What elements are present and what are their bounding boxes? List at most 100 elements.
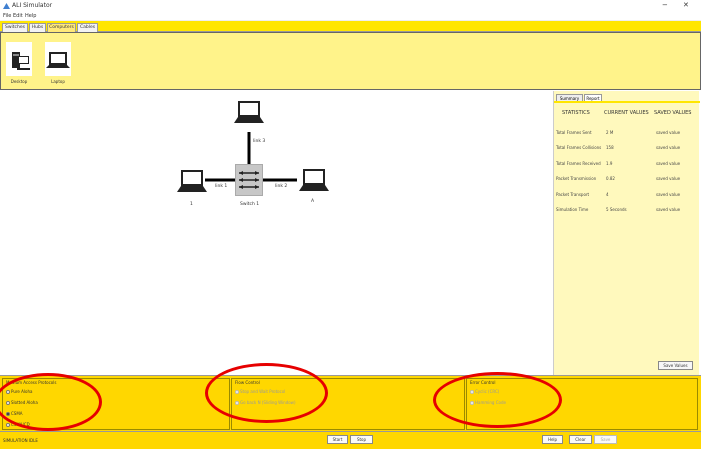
radio-stop-and-wait[interactable]: Stop and Wait Protocol bbox=[235, 389, 285, 394]
option-label: Cyclic (CRC) bbox=[475, 389, 500, 394]
stat-name: Total Frames Collisions bbox=[556, 145, 602, 150]
stat-current: 0.82 bbox=[606, 176, 615, 181]
header-statistics: STATISTICS bbox=[562, 110, 590, 116]
start-button[interactable]: Start bbox=[327, 435, 348, 444]
radio-icon bbox=[6, 412, 10, 416]
stat-name: Simulation Time bbox=[556, 207, 589, 212]
option-label: CSMA/CD bbox=[11, 422, 30, 427]
menu-bar: File Edit Help bbox=[0, 12, 701, 21]
radio-icon bbox=[6, 423, 10, 427]
header-saved-values: SAVED VALUES bbox=[654, 110, 692, 116]
link-2-label: link 2 bbox=[275, 184, 288, 189]
stat-name: Total Frames Sent bbox=[556, 130, 592, 135]
status-bar: SIMULATION IDLE Start Stop Help Clear Sa… bbox=[0, 431, 701, 449]
tab-cables[interactable]: Cables bbox=[77, 23, 98, 32]
stat-saved: saved value bbox=[656, 130, 681, 135]
option-label: Slotted Aloha bbox=[11, 400, 38, 405]
option-label: CSMA bbox=[11, 411, 23, 416]
option-label: Stop and Wait Protocol bbox=[240, 389, 286, 394]
radio-hamming[interactable]: Hamming Code bbox=[470, 400, 506, 405]
app-icon bbox=[3, 3, 10, 9]
stat-row: Total Frames Collisions 158 saved value bbox=[554, 145, 700, 155]
laptop-top-icon[interactable] bbox=[234, 101, 264, 123]
save-button[interactable]: Save bbox=[594, 435, 617, 444]
stat-saved: saved value bbox=[656, 207, 681, 212]
option-label: Go back N (Sliding Window) bbox=[240, 400, 296, 405]
radio-icon bbox=[235, 401, 239, 405]
radio-icon bbox=[6, 401, 10, 405]
stat-current: 1.9 bbox=[606, 161, 613, 166]
radio-csma-cd[interactable]: CSMA/CD bbox=[6, 422, 30, 427]
laptop-right-icon[interactable] bbox=[299, 169, 329, 191]
stat-row: Packet Transport 4 saved value bbox=[554, 192, 700, 202]
radio-icon bbox=[470, 401, 474, 405]
option-label: Pure Aloha bbox=[11, 389, 33, 394]
stat-row: Total Frames Received 1.9 saved value bbox=[554, 161, 700, 171]
status-text: SIMULATION IDLE bbox=[3, 438, 38, 443]
options-panel: Medium Access Protocols Pure Aloha Slott… bbox=[0, 363, 701, 431]
app-window: ALI Simulator − ✕ File Edit Help Switche… bbox=[0, 0, 701, 449]
device-palette: Desktop Laptop bbox=[0, 32, 701, 90]
topology-diagram bbox=[177, 101, 329, 196]
tab-computers[interactable]: Computers bbox=[47, 23, 76, 32]
close-button[interactable]: ✕ bbox=[683, 1, 689, 9]
stat-saved: saved value bbox=[656, 192, 681, 197]
palette-desktop[interactable] bbox=[6, 42, 32, 76]
palette-laptop-label: Laptop bbox=[51, 79, 65, 84]
host-right-label: A bbox=[311, 199, 315, 204]
radio-csma[interactable]: CSMA bbox=[6, 411, 23, 416]
option-label: Hamming Code bbox=[475, 400, 506, 405]
stat-row: Packet Transmission 0.82 saved value bbox=[554, 176, 700, 186]
medium-access-group: Medium Access Protocols Pure Aloha Slott… bbox=[2, 378, 230, 430]
title-bar: ALI Simulator − ✕ bbox=[0, 0, 701, 12]
group-title: Error Control bbox=[470, 380, 496, 385]
radio-icon bbox=[470, 390, 474, 394]
stat-name: Packet Transport bbox=[556, 192, 590, 197]
network-canvas[interactable]: link 3 link 1 link 2 Switch 1 1 A bbox=[0, 91, 553, 375]
switch-icon[interactable] bbox=[235, 164, 263, 196]
stat-saved: saved value bbox=[656, 145, 681, 150]
stat-current: 5 Seconds bbox=[606, 207, 627, 212]
minimize-button[interactable]: − bbox=[662, 1, 668, 9]
stat-current: 158 bbox=[606, 145, 614, 150]
stat-name: Packet Transmission bbox=[556, 176, 597, 181]
radio-go-back-n[interactable]: Go back N (Sliding Window) bbox=[235, 400, 296, 405]
menu-help[interactable]: Help bbox=[25, 13, 36, 19]
radio-pure-aloha[interactable]: Pure Aloha bbox=[6, 389, 32, 394]
menu-file[interactable]: File bbox=[3, 13, 11, 19]
stat-row: Total Frames Sent 2 M saved value bbox=[554, 130, 700, 140]
header-current-values: CURRENT VALUES bbox=[604, 110, 649, 116]
laptop-icon bbox=[46, 52, 70, 68]
stat-row: Simulation Time 5 Seconds saved value bbox=[554, 207, 700, 217]
stat-current: 2 M bbox=[606, 130, 614, 135]
tab-hubs[interactable]: Hubs bbox=[29, 23, 46, 32]
radio-crc[interactable]: Cyclic (CRC) bbox=[470, 389, 499, 394]
stat-saved: saved value bbox=[656, 176, 681, 181]
stop-button[interactable]: Stop bbox=[350, 435, 373, 444]
desktop-icon bbox=[12, 52, 30, 70]
palette-desktop-label: Desktop bbox=[10, 79, 28, 84]
error-control-group: Error Control Cyclic (CRC) Hamming Code bbox=[466, 378, 698, 430]
link-3-label: link 3 bbox=[253, 139, 266, 144]
save-values-button[interactable]: Save Values bbox=[658, 361, 693, 370]
window-title: ALI Simulator bbox=[12, 2, 53, 9]
clear-button[interactable]: Clear bbox=[569, 435, 592, 444]
menu-edit[interactable]: Edit bbox=[13, 13, 23, 19]
help-button[interactable]: Help bbox=[542, 435, 563, 444]
group-title: Flow Control bbox=[235, 380, 260, 385]
palette-laptop[interactable] bbox=[45, 42, 71, 76]
radio-icon bbox=[235, 390, 239, 394]
tab-switches[interactable]: Switches bbox=[2, 23, 28, 32]
panel-tab-underline bbox=[554, 101, 700, 103]
device-tab-bar: Switches Hubs Computers Cables bbox=[0, 21, 701, 32]
statistics-panel: Summary Report STATISTICS CURRENT VALUES… bbox=[553, 91, 700, 375]
radio-icon bbox=[6, 390, 10, 394]
stat-name: Total Frames Received bbox=[556, 161, 601, 166]
switch-label: Switch 1 bbox=[240, 202, 260, 207]
stat-current: 4 bbox=[606, 192, 609, 197]
stat-saved: saved value bbox=[656, 161, 681, 166]
radio-slotted-aloha[interactable]: Slotted Aloha bbox=[6, 400, 38, 405]
host-left-label: 1 bbox=[190, 202, 193, 207]
flow-control-group: Flow Control Stop and Wait Protocol Go b… bbox=[231, 378, 465, 430]
laptop-left-icon[interactable] bbox=[177, 170, 207, 192]
